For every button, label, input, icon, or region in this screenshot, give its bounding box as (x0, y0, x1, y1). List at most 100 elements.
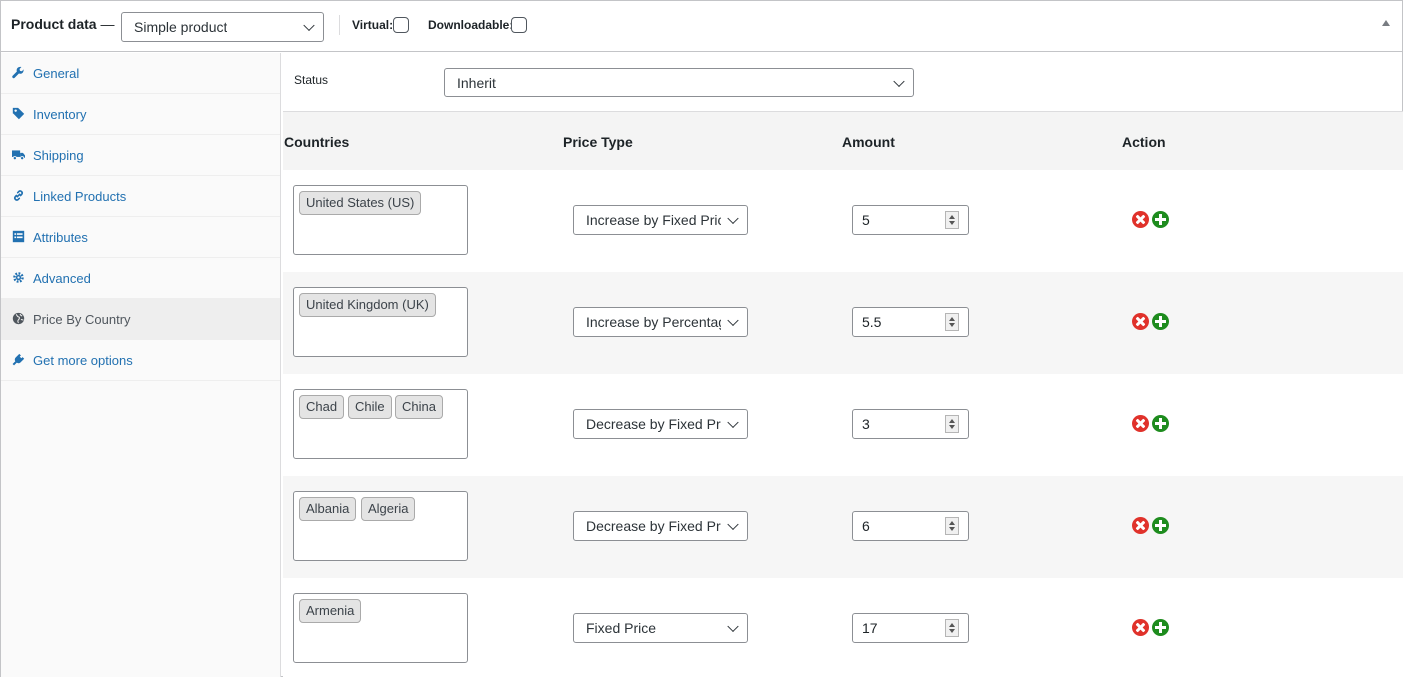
country-chip[interactable]: Chad (299, 395, 345, 419)
country-chip[interactable]: Algeria (361, 497, 416, 521)
product-data-tabs: General Inventory Shipping Linked Produc… (1, 53, 281, 677)
downloadable-label: Downloadable: (428, 18, 514, 32)
add-row-icon[interactable] (1152, 517, 1169, 534)
product-type-value: Simple product (134, 19, 228, 35)
truck-icon (12, 150, 25, 161)
country-chip[interactable]: United States (US) (299, 191, 422, 215)
amount-value: 3 (862, 416, 870, 432)
virtual-checkbox[interactable] (393, 17, 409, 33)
number-spinner[interactable] (945, 313, 959, 331)
tab-label: Advanced (33, 271, 91, 286)
panel-title: Product data — (11, 16, 114, 32)
chevron-down-icon (727, 620, 739, 633)
countries-select[interactable]: Albania Algeria (293, 491, 468, 561)
column-header-amount: Amount (842, 134, 895, 150)
add-row-icon[interactable] (1152, 415, 1169, 432)
add-row-icon[interactable] (1152, 619, 1169, 636)
add-row-icon[interactable] (1152, 211, 1169, 228)
link-icon (14, 190, 23, 201)
list-icon (12, 230, 25, 243)
price-type-value: Decrease by Fixed Price (586, 518, 721, 534)
price-type-select[interactable]: Fixed Price (573, 613, 748, 643)
column-header-price-type: Price Type (563, 134, 633, 150)
chevron-down-icon (893, 75, 905, 87)
plugin-icon (12, 353, 25, 366)
title-dash: — (100, 16, 115, 32)
price-type-select[interactable]: Increase by Percentage (573, 307, 748, 337)
amount-value: 5 (862, 212, 870, 228)
remove-row-icon[interactable] (1132, 619, 1149, 636)
table-header: Countries Price Type Amount Action (283, 112, 1403, 170)
header-divider (339, 15, 340, 35)
countries-select[interactable]: Armenia (293, 593, 468, 663)
price-type-value: Decrease by Fixed Price (586, 416, 721, 432)
tab-label: Linked Products (33, 189, 127, 204)
add-row-icon[interactable] (1152, 313, 1169, 330)
country-chip[interactable]: Albania (299, 497, 357, 521)
tab-attributes[interactable]: Attributes (1, 217, 280, 258)
tab-advanced[interactable]: Advanced (1, 258, 280, 299)
amount-input[interactable]: 3 (852, 409, 969, 439)
price-type-value: Increase by Fixed Price (586, 212, 721, 228)
price-type-value: Increase by Percentage (586, 314, 721, 330)
remove-row-icon[interactable] (1132, 517, 1149, 534)
country-chip[interactable]: United Kingdom (UK) (299, 293, 436, 317)
amount-value: 5.5 (862, 314, 882, 330)
chevron-down-icon (727, 212, 739, 225)
table-row: Armenia Fixed Price 17 (283, 578, 1403, 680)
amount-value: 6 (862, 518, 870, 534)
tab-label: Attributes (33, 230, 88, 245)
table-row: Chad Chile China Decrease by Fixed Price… (283, 374, 1403, 476)
tab-get-more-options[interactable]: Get more options (1, 340, 280, 381)
product-data-panel: Product data — Simple product Virtual: D… (0, 0, 1403, 680)
table-row: United Kingdom (UK) Increase by Percenta… (283, 272, 1403, 374)
price-type-select[interactable]: Decrease by Fixed Price (573, 409, 748, 439)
tab-linked-products[interactable]: Linked Products (1, 176, 280, 217)
price-type-select[interactable]: Decrease by Fixed Price (573, 511, 748, 541)
price-type-value: Fixed Price (586, 620, 657, 636)
amount-input[interactable]: 6 (852, 511, 969, 541)
table-row: United States (US) Increase by Fixed Pri… (283, 170, 1403, 272)
product-type-select[interactable]: Simple product (121, 12, 324, 42)
tab-label: Shipping (33, 148, 84, 163)
collapse-arrow-icon[interactable] (1382, 20, 1390, 26)
country-chip[interactable]: Armenia (299, 599, 362, 623)
panel-header: Product data — Simple product Virtual: D… (1, 1, 1402, 52)
price-type-select[interactable]: Increase by Fixed Price (573, 205, 748, 235)
remove-row-icon[interactable] (1132, 313, 1149, 330)
countries-select[interactable]: United Kingdom (UK) (293, 287, 468, 357)
number-spinner[interactable] (945, 517, 959, 535)
chevron-down-icon (727, 314, 739, 327)
number-spinner[interactable] (945, 415, 959, 433)
status-select[interactable]: Inherit (444, 68, 914, 97)
remove-row-icon[interactable] (1132, 415, 1149, 432)
status-value: Inherit (457, 74, 496, 91)
chevron-down-icon (727, 518, 739, 531)
countries-select[interactable]: United States (US) (293, 185, 468, 255)
status-label: Status (294, 73, 329, 87)
panel-title-text: Product data (11, 16, 97, 32)
tab-inventory[interactable]: Inventory (1, 94, 280, 135)
tab-price-by-country[interactable]: Price By Country (1, 299, 280, 340)
remove-row-icon[interactable] (1132, 211, 1149, 228)
countries-select[interactable]: Chad Chile China (293, 389, 468, 459)
number-spinner[interactable] (945, 619, 959, 637)
chevron-down-icon (727, 416, 739, 429)
number-spinner[interactable] (945, 211, 959, 229)
chevron-down-icon (303, 19, 315, 32)
amount-input[interactable]: 5 (852, 205, 969, 235)
table-row: Albania Algeria Decrease by Fixed Price … (283, 476, 1403, 578)
tab-label: Get more options (33, 353, 133, 368)
downloadable-checkbox[interactable] (511, 17, 527, 33)
gear-icon (13, 272, 24, 283)
tab-general[interactable]: General (1, 53, 280, 94)
virtual-label: Virtual: (352, 18, 394, 32)
country-chip[interactable]: China (395, 395, 443, 419)
tab-shipping[interactable]: Shipping (1, 135, 280, 176)
country-chip[interactable]: Chile (348, 395, 392, 419)
amount-input[interactable]: 5.5 (852, 307, 969, 337)
tab-label: General (33, 66, 80, 81)
wrench-icon (12, 66, 24, 79)
tab-label: Price By Country (33, 312, 131, 327)
amount-input[interactable]: 17 (852, 613, 969, 643)
